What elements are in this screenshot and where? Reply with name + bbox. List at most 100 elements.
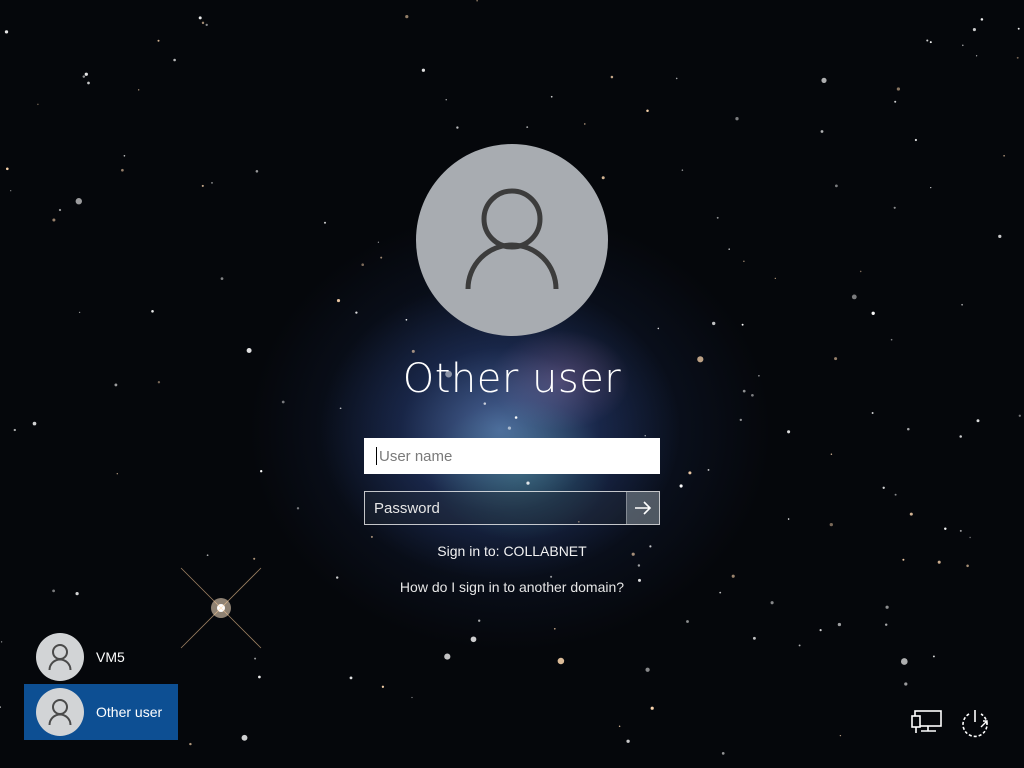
- star: [894, 100, 897, 103]
- star: [743, 260, 745, 262]
- star: [719, 591, 722, 594]
- star: [837, 622, 842, 627]
- star: [296, 507, 300, 510]
- star: [87, 81, 90, 85]
- star: [871, 311, 875, 315]
- star: [914, 138, 917, 142]
- star: [445, 99, 447, 101]
- star: [255, 170, 259, 173]
- star: [75, 198, 82, 205]
- star: [507, 426, 512, 430]
- star: [1018, 414, 1021, 417]
- star: [721, 752, 725, 755]
- star: [584, 123, 586, 125]
- star: [10, 190, 12, 192]
- star: [220, 277, 224, 280]
- star: [254, 657, 257, 660]
- star: [0, 706, 1, 708]
- submit-button[interactable]: [626, 492, 659, 524]
- star: [679, 484, 683, 488]
- star: [37, 103, 39, 106]
- star: [893, 206, 896, 209]
- star: [478, 619, 481, 622]
- star: [381, 685, 385, 688]
- domain-help-link[interactable]: How do I sign in to another domain?: [312, 579, 712, 595]
- star: [902, 558, 905, 561]
- password-input[interactable]: Password: [365, 492, 626, 524]
- star: [557, 657, 565, 665]
- star: [0, 641, 3, 643]
- star: [444, 653, 451, 660]
- star: [959, 435, 962, 438]
- star: [787, 518, 790, 520]
- star: [741, 323, 744, 326]
- star: [885, 605, 889, 609]
- star: [751, 393, 754, 397]
- star: [116, 473, 119, 475]
- star: [900, 658, 908, 665]
- star: [975, 55, 978, 57]
- star: [716, 216, 719, 219]
- star: [834, 357, 838, 361]
- star: [456, 126, 459, 129]
- star: [770, 601, 774, 605]
- star: [962, 44, 964, 47]
- star: [370, 535, 373, 538]
- star: [645, 667, 650, 672]
- username-input[interactable]: User name: [364, 438, 660, 474]
- user-avatar-large: [416, 144, 608, 336]
- star: [739, 418, 742, 422]
- user-tile-vm5[interactable]: VM5: [24, 629, 178, 685]
- star: [405, 318, 408, 321]
- star: [361, 263, 365, 267]
- star: [819, 629, 822, 632]
- star: [926, 39, 929, 42]
- star: [281, 400, 285, 404]
- password-field: Password: [364, 491, 660, 525]
- star: [882, 486, 885, 489]
- star: [675, 77, 678, 80]
- star: [839, 734, 842, 737]
- star: [752, 636, 756, 640]
- user-icon: [48, 644, 72, 671]
- network-button[interactable]: [910, 706, 944, 740]
- star: [998, 234, 1002, 239]
- star: [969, 536, 971, 539]
- user-tile-other-user[interactable]: Other user: [24, 684, 178, 740]
- power-icon: [962, 710, 988, 738]
- password-placeholder: Password: [374, 499, 440, 517]
- star: [476, 0, 478, 2]
- star: [323, 221, 327, 224]
- star: [610, 75, 614, 79]
- star: [5, 167, 9, 171]
- star: [657, 327, 660, 330]
- network-icon: [911, 710, 942, 733]
- sign-in-domain-text: Sign in to: COLLABNET: [437, 543, 587, 559]
- arrow-right-icon: [635, 501, 652, 515]
- power-button[interactable]: [958, 706, 992, 740]
- user-name-title: Other user: [402, 356, 622, 402]
- star: [470, 636, 477, 643]
- star: [205, 23, 208, 27]
- star: [483, 402, 487, 405]
- star: [871, 412, 874, 414]
- star: [377, 241, 380, 243]
- star: [966, 564, 969, 568]
- star: [201, 184, 204, 187]
- star: [688, 471, 692, 475]
- user-tile-label: Other user: [96, 704, 163, 720]
- star: [78, 311, 81, 314]
- user-tile-label: VM5: [96, 649, 125, 665]
- star: [798, 644, 801, 647]
- star: [526, 126, 529, 129]
- star: [731, 574, 735, 578]
- star: [1016, 56, 1019, 59]
- star: [258, 675, 261, 679]
- star: [198, 16, 202, 20]
- star: [246, 348, 252, 353]
- star: [114, 383, 118, 387]
- star: [896, 87, 901, 91]
- username-placeholder: User name: [379, 447, 453, 465]
- star: [820, 130, 824, 133]
- star: [173, 58, 176, 62]
